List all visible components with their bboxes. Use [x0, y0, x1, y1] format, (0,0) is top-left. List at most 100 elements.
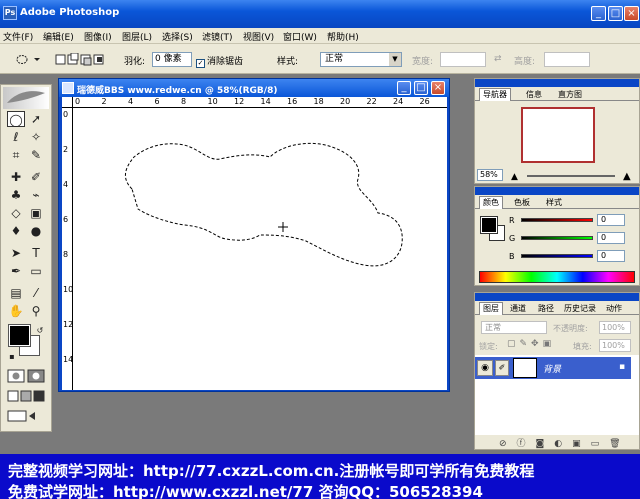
tool-preset-picker[interactable]	[14, 52, 42, 67]
blur-tool-icon[interactable]: ♦	[7, 223, 25, 239]
tab-navigator[interactable]: 导航器	[479, 88, 511, 101]
style-select[interactable]: 正常 ▼	[320, 52, 402, 67]
pen-tool-icon[interactable]: ✒	[7, 263, 25, 279]
layer-row[interactable]: ◉ ✐ 背景 ▪	[475, 357, 631, 379]
menu-image[interactable]: 图像(I)	[84, 30, 112, 43]
title-bar: Ps Adobe Photoshop _ □ ×	[0, 0, 640, 28]
screen-mode-buttons[interactable]	[7, 389, 47, 403]
brush-link-icon[interactable]: ✐	[495, 360, 509, 376]
selection-mode-buttons[interactable]	[55, 52, 105, 66]
opacity-input[interactable]: 100%	[599, 321, 631, 334]
doc-maximize-button[interactable]: □	[414, 81, 428, 95]
swap-icon[interactable]: ⇄	[494, 54, 502, 64]
zoom-in-icon[interactable]: ▲	[623, 171, 631, 182]
doc-minimize-button[interactable]: _	[397, 81, 411, 95]
quick-mask-buttons[interactable]	[7, 369, 47, 383]
hand-tool-icon[interactable]: ✋	[7, 303, 25, 319]
eyedropper-tool-icon[interactable]: ⁄	[27, 285, 45, 301]
fill-input[interactable]: 100%	[599, 339, 631, 352]
image-canvas[interactable]	[74, 109, 447, 390]
brush-tool-icon[interactable]: ✐	[27, 169, 45, 185]
tab-swatches[interactable]: 色板	[511, 197, 533, 208]
opacity-label: 不透明度:	[553, 324, 588, 333]
eye-icon[interactable]: ◉	[477, 360, 493, 376]
menu-help[interactable]: 帮助(H)	[327, 30, 359, 43]
ruler-h-tick: 12	[234, 97, 245, 106]
close-button[interactable]: ×	[624, 6, 639, 21]
palette-grip[interactable]	[475, 187, 639, 195]
zoom-slider[interactable]	[527, 175, 615, 177]
doc-close-button[interactable]: ×	[431, 81, 445, 95]
blend-mode-select[interactable]: 正常	[481, 321, 547, 334]
history-brush-tool-icon[interactable]: ⌁	[27, 187, 45, 203]
tab-actions[interactable]: 动作	[603, 303, 625, 314]
slice-tool-icon[interactable]: ✎	[27, 147, 45, 163]
color-spectrum-bar[interactable]	[479, 271, 635, 283]
path-selection-tool-icon[interactable]: ➤	[7, 245, 25, 261]
document-title-bar[interactable]: 瑞德威BBS www.redwe.cn @ 58%(RGB/8) _ □ ×	[59, 79, 449, 97]
ruler-h-tick: 2	[101, 97, 107, 106]
vertical-ruler[interactable]: 0 2 4 6 8 10 12 14	[62, 108, 73, 390]
minimize-button[interactable]: _	[591, 6, 606, 21]
channel-b-slider[interactable]	[521, 254, 593, 258]
tab-histogram[interactable]: 直方图	[555, 89, 585, 100]
swap-colors-icon[interactable]: ↺	[31, 323, 49, 339]
tab-layers[interactable]: 图层	[479, 302, 503, 315]
selection-mode-icon	[55, 52, 104, 66]
navigator-zoom-input[interactable]: 58%	[477, 169, 503, 181]
shape-tool-icon[interactable]: ▭	[27, 263, 45, 279]
menu-layer[interactable]: 图层(L)	[122, 30, 152, 43]
height-input[interactable]	[544, 52, 590, 67]
tab-history[interactable]: 历史记录	[561, 303, 599, 314]
gradient-tool-icon[interactable]: ▣	[27, 205, 45, 221]
move-tool-icon[interactable]: ➚	[27, 111, 45, 127]
channel-r-slider[interactable]	[521, 218, 593, 222]
menu-select[interactable]: 选择(S)	[162, 30, 193, 43]
palette-grip[interactable]	[475, 293, 639, 301]
clone-stamp-tool-icon[interactable]: ♣	[7, 187, 25, 203]
menu-edit[interactable]: 编辑(E)	[43, 30, 74, 43]
ruler-v-tick: 14	[63, 355, 74, 364]
ruler-origin[interactable]	[62, 97, 73, 108]
foreground-color-swatch[interactable]	[8, 324, 31, 347]
lock-label: 锁定:	[479, 342, 498, 351]
dodge-tool-icon[interactable]: ●	[27, 223, 45, 239]
tab-color[interactable]: 颜色	[479, 196, 503, 209]
eraser-tool-icon[interactable]: ◇	[7, 205, 25, 221]
notes-tool-icon[interactable]: ▤	[7, 285, 25, 301]
width-input[interactable]	[440, 52, 486, 67]
channel-r-label: R	[509, 216, 515, 225]
magic-wand-tool-icon[interactable]: ✧	[27, 129, 45, 145]
healing-brush-tool-icon[interactable]: ✚	[7, 169, 25, 185]
type-tool-icon[interactable]: T	[27, 245, 45, 261]
menu-window[interactable]: 窗口(W)	[283, 30, 317, 43]
channel-r-value[interactable]: 0	[597, 214, 625, 226]
ruler-h-tick: 16	[287, 97, 298, 106]
menu-file[interactable]: 文件(F)	[3, 30, 33, 43]
lock-icons[interactable]: ▢✎✥▣	[507, 339, 555, 349]
palette-grip[interactable]	[475, 79, 639, 87]
navigator-preview[interactable]	[521, 107, 595, 163]
feather-input[interactable]: 0 像素	[152, 52, 192, 67]
tab-info[interactable]: 信息	[523, 89, 545, 100]
jump-to-imageready-button[interactable]	[7, 409, 47, 423]
maximize-button[interactable]: □	[608, 6, 623, 21]
tab-paths[interactable]: 路径	[535, 303, 557, 314]
tab-channels[interactable]: 通道	[507, 303, 529, 314]
default-colors-icon[interactable]: ▪	[3, 349, 21, 365]
marquee-tool-icon[interactable]: ◯	[7, 111, 25, 127]
color-fg-swatch[interactable]	[480, 216, 498, 234]
zoom-tool-icon[interactable]: ⚲	[27, 303, 45, 319]
tab-styles[interactable]: 样式	[543, 197, 565, 208]
crop-tool-icon[interactable]: ⌗	[7, 147, 25, 163]
horizontal-ruler[interactable]: 0 2 4 6 8 10 12 14 16 18 20 22 24 26	[73, 97, 447, 108]
lasso-tool-icon[interactable]: ℓ	[7, 129, 25, 145]
channel-b-value[interactable]: 0	[597, 250, 625, 262]
menu-view[interactable]: 视图(V)	[243, 30, 274, 43]
antialias-checkbox[interactable]: ✓ 消除锯齿	[196, 54, 243, 68]
zoom-out-icon[interactable]: ▲	[511, 172, 518, 182]
channel-g-slider[interactable]	[521, 236, 593, 240]
layer-action-icons[interactable]: ⊘ⓕ◙◐▣▭🗑	[499, 436, 631, 449]
channel-g-value[interactable]: 0	[597, 232, 625, 244]
menu-filter[interactable]: 滤镜(T)	[202, 30, 233, 43]
